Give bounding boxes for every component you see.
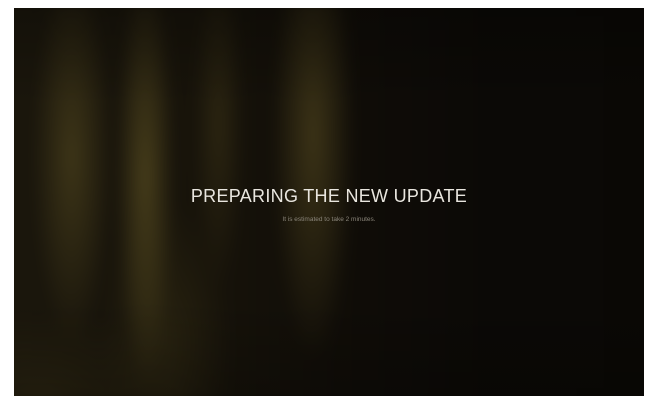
update-message: PREPARING THE NEW UPDATE It is estimated… bbox=[14, 184, 644, 225]
estimated-time-text: It is estimated to take 2 minutes. bbox=[282, 216, 376, 223]
update-screen: PREPARING THE NEW UPDATE It is estimated… bbox=[14, 8, 644, 396]
update-title: PREPARING THE NEW UPDATE bbox=[190, 186, 468, 206]
